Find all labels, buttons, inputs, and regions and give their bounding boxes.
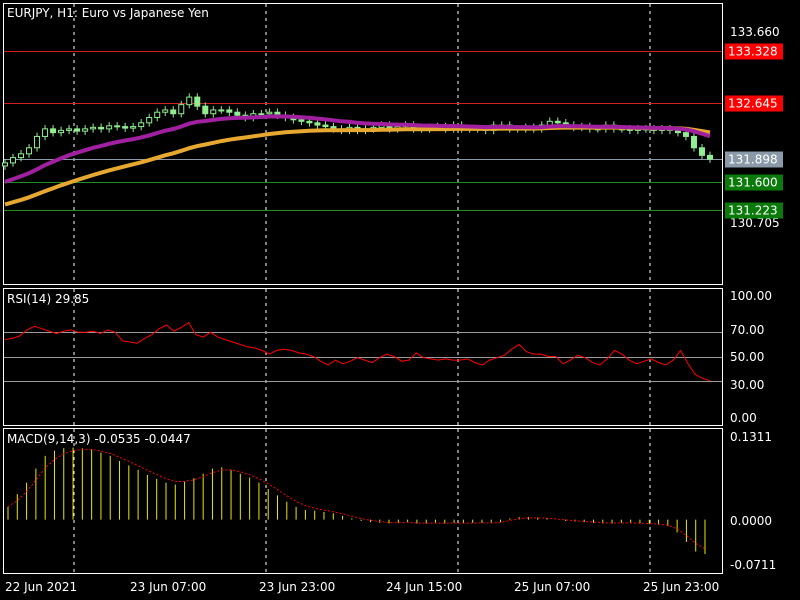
rsi-axis: 100.00 70.00 50.00 30.00 0.00	[730, 289, 772, 425]
macd-axis: 0.1311 0.0000 -0.0711	[730, 430, 776, 572]
candle-body-38	[306, 120, 313, 124]
candle-body-26	[210, 109, 217, 115]
candle-body-29	[234, 111, 241, 116]
candle-body-10	[82, 128, 89, 132]
candle-body-87	[698, 147, 705, 156]
time-label-2: 23 Jun 23:00	[259, 580, 335, 594]
price-level-tags: 133.328 132.645 131.898 131.600 131.223	[725, 43, 783, 219]
macd-title: MACD(9,14,3) -0.0535 -0.0447	[7, 432, 191, 446]
macd-axis-zero-label: 0.0000	[730, 514, 772, 528]
candle-body-33	[266, 111, 273, 115]
time-axis: 22 Jun 2021 23 Jun 07:00 23 Jun 23:00 24…	[5, 580, 719, 594]
candle-body-37	[298, 119, 305, 122]
time-label-3: 24 Jun 15:00	[386, 580, 462, 594]
candle-body-9	[74, 128, 81, 132]
rsi-axis-label-50: 50.00	[730, 350, 764, 364]
rsi-axis-label-70: 70.00	[730, 323, 764, 337]
price-tag-label-0: 133.328	[728, 45, 778, 59]
candle-body-32	[258, 113, 265, 116]
candle-body-7	[58, 129, 65, 134]
candle-body-85	[682, 132, 689, 137]
chart-canvas[interactable]: EURJPY, H1: Euro vs Japanese Yen 133.660…	[0, 0, 800, 600]
rsi-line	[4, 321, 711, 382]
candle-body-19	[154, 111, 161, 119]
candle-body-17	[138, 122, 145, 128]
candle-body-13	[106, 125, 113, 130]
trading-chart-window: EURJPY, H1: Euro vs Japanese Yen 133.660…	[0, 0, 800, 600]
candle-body-15	[122, 126, 129, 129]
rsi-axis-label-100: 100.00	[730, 289, 772, 303]
candle-body-25	[202, 105, 209, 115]
candle-body-5	[42, 128, 49, 137]
candle-body-14	[114, 125, 121, 128]
candle-body-6	[50, 128, 57, 134]
candle-body-1	[10, 157, 17, 164]
time-label-1: 23 Jun 07:00	[130, 580, 206, 594]
candle-body-4	[34, 135, 41, 149]
price-tag-label-1: 132.645	[728, 97, 778, 111]
candle-body-88	[707, 154, 713, 160]
macd-axis-top-label: 0.1311	[730, 430, 772, 444]
candle-body-3	[26, 147, 33, 155]
candle-body-11	[90, 126, 97, 130]
candle-body-22	[178, 104, 185, 115]
price-tag-label-4: 131.223	[728, 204, 778, 218]
candle-body-2	[18, 153, 25, 159]
candle-body-28	[226, 109, 233, 113]
price-tag-label-3: 131.600	[728, 176, 778, 190]
rsi-axis-label-30: 30.00	[730, 378, 764, 392]
candle-body-39	[314, 122, 321, 126]
candle-body-40	[322, 124, 329, 128]
macd-signal-line	[7, 448, 706, 550]
time-label-5: 25 Jun 23:00	[643, 580, 719, 594]
candle-body-16	[130, 126, 137, 129]
price-axis-top-label: 133.660	[730, 25, 780, 39]
candle-body-86	[690, 135, 697, 149]
rsi-level-lines	[4, 332, 722, 382]
candle-body-24	[194, 96, 201, 107]
macd-axis-bottom-label: -0.0711	[730, 558, 776, 572]
macd-panel-frame	[3, 428, 723, 574]
macd-histogram	[7, 447, 706, 555]
candle-body-12	[98, 126, 105, 130]
candle-body-0	[2, 162, 8, 167]
rsi-axis-label-0: 0.00	[730, 411, 757, 425]
time-label-4: 25 Jun 07:00	[514, 580, 590, 594]
candle-body-27	[218, 109, 225, 112]
candle-body-18	[146, 117, 153, 124]
candle-body-23	[186, 96, 193, 106]
price-tag-label-2: 131.898	[728, 153, 778, 167]
time-label-0: 22 Jun 2021	[5, 580, 77, 594]
rsi-title: RSI(14) 29.85	[7, 292, 89, 306]
candle-body-21	[170, 109, 177, 115]
slow-moving-average-line	[4, 125, 711, 207]
candle-body-20	[162, 109, 169, 113]
candle-body-69	[554, 120, 561, 124]
symbol-title: EURJPY, H1: Euro vs Japanese Yen	[7, 6, 209, 20]
candle-body-8	[66, 128, 73, 131]
